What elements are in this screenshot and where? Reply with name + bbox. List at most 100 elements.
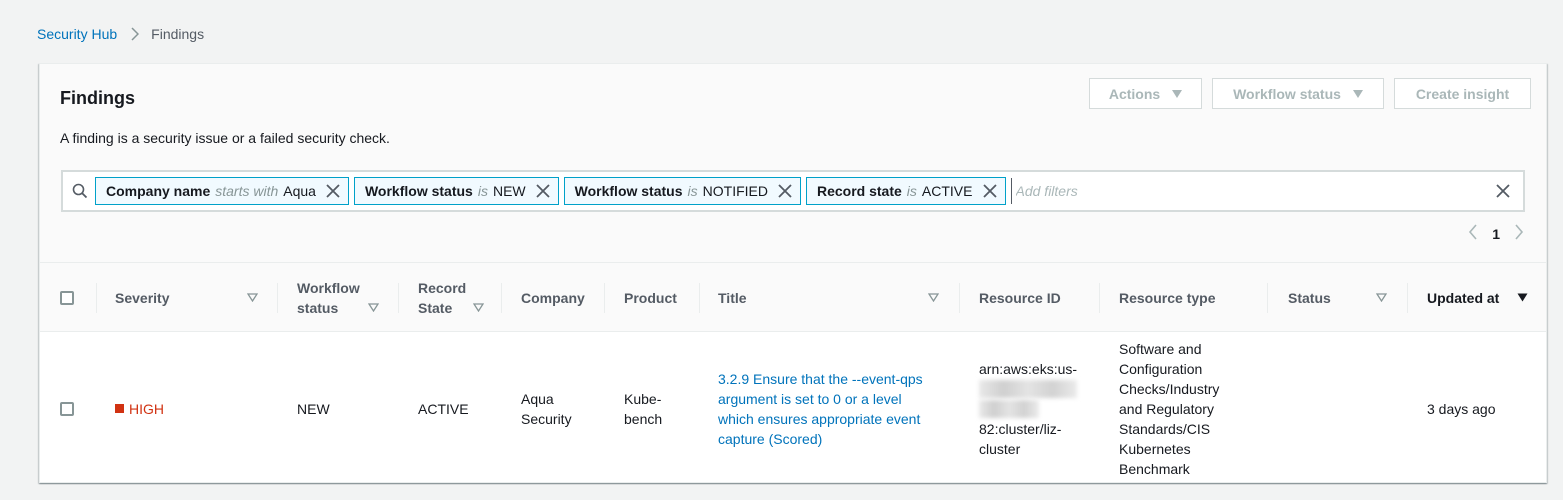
sort-descending-icon[interactable] [1517,293,1528,302]
chevron-right-icon [131,27,140,41]
filter-token[interactable]: Workflow status is NEW [353,177,559,205]
column-label: Resource ID [979,289,1061,306]
resource-type-line: Checks/Industry [1119,380,1220,397]
panel-description: A finding is a security issue or a faile… [60,130,390,146]
column-header-updated-at[interactable]: Updated at [1407,263,1546,332]
filter-token-key: Record state [816,183,902,199]
filter-token-operator: is [687,183,698,199]
page-title: Findings [60,88,135,108]
column-header-status[interactable]: Status [1267,263,1407,332]
column-label: Product [624,289,677,306]
column-label: Severity [115,289,170,306]
redacted-account-id [979,379,1077,398]
row-checkbox[interactable] [60,401,74,416]
filter-token-value: NOTIFIED [702,183,768,199]
company-line: Aqua [521,390,554,407]
column-header-workflow-status[interactable]: Workflow status [277,263,398,332]
column-label: Resource type [1119,289,1216,306]
add-filters-input[interactable] [1010,178,1483,204]
column-label: State [418,299,453,316]
product-line: Kube- [624,390,662,407]
filter-token-key: Company name [106,183,211,199]
column-label: Status [1288,289,1331,306]
column-label: status [297,299,339,316]
row-select-cell [60,333,96,482]
findings-panel: Findings A finding is a security issue o… [39,63,1547,483]
filter-token-operator: is [477,183,488,199]
resource-id-line: 82:cluster/liz- [979,420,1062,437]
remove-filter-icon[interactable] [778,184,792,198]
table-row[interactable]: HIGH NEW ACTIVE Aqua Security Kube- benc… [40,333,1546,482]
updated-at-cell: 3 days ago [1427,400,1496,417]
sort-icon[interactable] [247,293,258,302]
filter-token-key: Workflow status [574,183,683,199]
filter-bar: Company name starts with Aqua Workflow s… [61,170,1525,212]
filter-token-value: Aqua [283,183,316,199]
select-all-cell [60,263,96,332]
resource-id-line: arn:aws:eks:us- [979,360,1078,377]
severity-label: HIGH [129,400,164,417]
remove-filter-icon[interactable] [982,184,997,198]
column-label: Workflow [297,279,360,296]
resource-type-line: and Regulatory [1119,400,1214,417]
resource-type-cell: Software and Configuration Checks/Indust… [1119,333,1267,482]
sort-icon[interactable] [1376,293,1387,302]
resource-type-line: Kubernetes [1119,440,1191,457]
sort-icon[interactable] [473,303,484,312]
previous-page-icon[interactable] [1468,224,1478,243]
search-icon [65,176,95,206]
sort-icon[interactable] [928,293,939,302]
select-all-checkbox[interactable] [60,290,74,305]
remove-filter-icon[interactable] [326,184,340,198]
redacted-account-id [979,399,1039,418]
next-page-icon[interactable] [1514,224,1524,243]
workflow-status-button-label: Workflow status [1233,85,1341,102]
resource-id-cell: arn:aws:eks:us- 82:cluster/liz- cluster [979,333,1099,482]
column-header-resource-id[interactable]: Resource ID [959,263,1099,332]
actions-dropdown-button[interactable]: Actions [1089,78,1202,109]
company-cell: Aqua Security [521,333,604,482]
resource-id-line: cluster [979,440,1021,457]
breadcrumb-security-hub-link[interactable]: Security Hub [37,26,117,42]
column-header-company[interactable]: Company [501,263,604,332]
product-line: bench [624,410,663,427]
workflow-status-dropdown-button[interactable]: Workflow status [1212,78,1384,109]
column-header-severity[interactable]: Severity [96,263,277,332]
remove-filter-icon[interactable] [536,184,550,198]
status-cell [1288,333,1407,482]
filter-token-value: NEW [492,183,526,199]
filter-token-key: Workflow status [364,183,473,199]
column-header-title[interactable]: Title [699,263,959,332]
column-header-resource-type[interactable]: Resource type [1099,263,1267,332]
title-cell: 3.2.9 Ensure that the --event-qps argume… [718,333,959,482]
column-header-record-state[interactable]: Record State [398,263,501,332]
clear-filters-icon[interactable] [1483,184,1523,198]
filter-token-operator: starts with [215,183,279,199]
caret-down-icon [1172,89,1183,98]
create-insight-button[interactable]: Create insight [1394,78,1531,109]
resource-type-line: Software and [1119,340,1202,357]
finding-title-link[interactable]: 3.2.9 Ensure that the --event-qps argume… [718,369,923,449]
severity-badge: HIGH [115,399,164,419]
filter-token[interactable]: Workflow status is NOTIFIED [563,177,801,205]
title-line: argument is set to 0 or a level [718,390,902,407]
sort-icon[interactable] [368,303,379,312]
column-label: Company [521,289,585,306]
resource-type-line: Configuration [1119,360,1203,377]
column-header-product[interactable]: Product [604,263,699,332]
company-line: Security [521,410,572,427]
record-state-cell: ACTIVE [418,400,469,417]
filter-token[interactable]: Record state is ACTIVE [805,177,1006,205]
severity-square-icon [115,404,124,413]
resource-type-line: Benchmark [1119,460,1190,477]
severity-cell: HIGH [115,333,277,482]
current-page-number[interactable]: 1 [1492,226,1500,242]
table-header: Severity Workflow status Record State Co… [40,263,1546,332]
workflow-status-cell: NEW [297,400,330,417]
breadcrumb-current: Findings [151,26,205,42]
filter-token-value: ACTIVE [921,183,973,199]
filter-token-operator: is [906,183,917,199]
column-label: Record [418,279,467,296]
product-cell: Kube- bench [624,333,699,482]
filter-token[interactable]: Company name starts with Aqua [95,177,349,205]
